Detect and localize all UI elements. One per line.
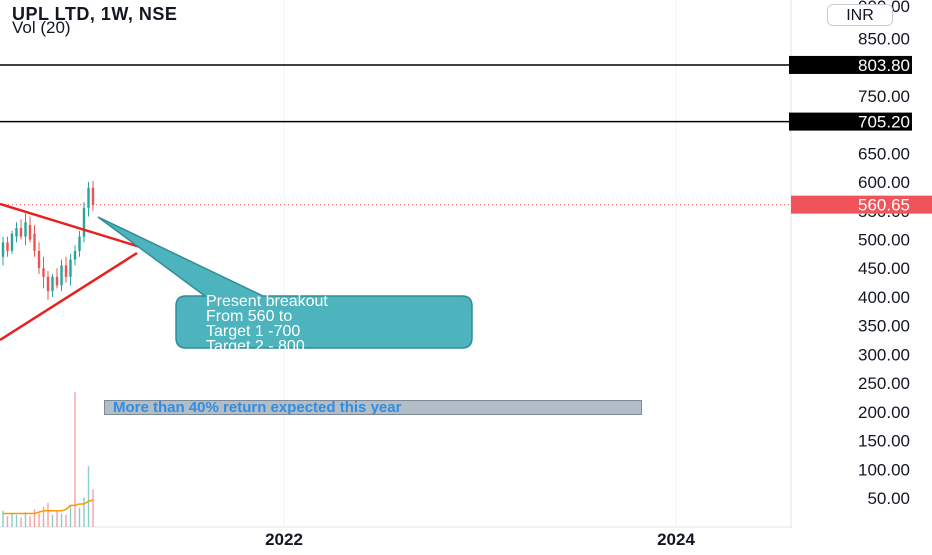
- price-tick-label: 200.00: [858, 403, 910, 422]
- volume-bar: [42, 506, 45, 527]
- candle-body: [33, 233, 36, 251]
- volume-bar: [15, 514, 18, 527]
- candle-body: [78, 236, 81, 251]
- price-tick-label: 100.00: [858, 460, 910, 479]
- volume-bar: [83, 497, 85, 527]
- candle-body: [64, 265, 68, 277]
- price-axis-layer: 850.00800.00750.00700.00650.00600.00550.…: [789, 0, 932, 508]
- candle-body: [1, 242, 5, 257]
- candle-body: [87, 187, 90, 208]
- candle-body: [82, 207, 86, 237]
- volume-layer: [2, 392, 94, 527]
- candle-body: [24, 222, 27, 237]
- volume-bar: [33, 509, 36, 527]
- price-tick-label: 250.00: [858, 374, 910, 393]
- price-tick-label: 600.00: [858, 173, 910, 192]
- volume-bar: [47, 502, 49, 527]
- price-chart[interactable]: 850.00800.00750.00700.00650.00600.00550.…: [0, 0, 932, 550]
- candle-body: [55, 276, 59, 286]
- chart-area[interactable]: 850.00800.00750.00700.00650.00600.00550.…: [0, 0, 932, 550]
- volume-bar: [24, 512, 27, 527]
- volume-bar: [11, 513, 13, 527]
- last-price-label: 560.65: [858, 196, 910, 215]
- price-tick-label: 500.00: [858, 230, 910, 249]
- price-level-label: 705.20: [858, 113, 910, 132]
- time-tick-label: 2022: [265, 530, 303, 549]
- price-tick-label: 750.00: [858, 87, 910, 106]
- lower-trendline: [0, 251, 138, 342]
- volume-bar: [69, 505, 72, 527]
- volume-bar: [29, 516, 31, 527]
- volume-bar: [78, 508, 81, 527]
- candle-body: [42, 268, 45, 277]
- callout-line: From 560 to: [206, 308, 293, 325]
- candle-body: [69, 259, 72, 277]
- candle-body: [28, 225, 32, 240]
- candle-body: [60, 265, 63, 286]
- price-levels-layer: [0, 64, 791, 206]
- price-tick-label: 50.00: [867, 489, 910, 508]
- candle-body: [37, 250, 41, 269]
- price-tick-label: 850.00: [858, 29, 910, 48]
- volume-bar: [65, 514, 67, 527]
- price-level-label: 803.80: [858, 56, 910, 75]
- upper-trendline: [0, 202, 151, 252]
- volume-bar: [6, 516, 9, 527]
- candle-body: [10, 233, 14, 251]
- candle-body: [51, 276, 54, 292]
- return-note[interactable]: More than 40% return expected this year: [104, 400, 642, 415]
- candle-body: [91, 187, 95, 206]
- volume-indicator-label[interactable]: Vol (20): [12, 18, 71, 38]
- time-tick-label: 2024: [657, 530, 695, 549]
- volume-bar: [60, 513, 63, 527]
- price-tick-label: 150.00: [858, 432, 910, 451]
- price-tick-label: 300.00: [858, 345, 910, 364]
- candle-body: [19, 227, 23, 237]
- callout-text: Present breakout From 560 to Target 1 -7…: [206, 293, 466, 355]
- candle-body: [46, 276, 50, 292]
- currency-button[interactable]: INR: [827, 4, 893, 26]
- candle-body: [6, 242, 9, 251]
- volume-bar: [20, 517, 22, 527]
- price-tick-label: 400.00: [858, 288, 910, 307]
- volume-bar: [74, 392, 76, 527]
- volume-bar: [51, 514, 54, 527]
- callout-line: Present breakout: [206, 293, 328, 310]
- volume-bar: [87, 466, 90, 527]
- time-axis-layer: 2022 2024: [265, 530, 695, 549]
- candle-body: [15, 227, 18, 237]
- callout-line: Target 2 - 800: [206, 338, 305, 355]
- price-tick-label: 450.00: [858, 259, 910, 278]
- price-tick-label: 650.00: [858, 144, 910, 163]
- volume-bar: [92, 489, 94, 527]
- callout-line: Target 1 -700: [206, 323, 301, 340]
- candle-body: [73, 250, 77, 260]
- price-tick-label: 350.00: [858, 317, 910, 336]
- volume-bar: [38, 513, 40, 527]
- candles-layer: [1, 180, 95, 300]
- volume-bar: [56, 510, 58, 527]
